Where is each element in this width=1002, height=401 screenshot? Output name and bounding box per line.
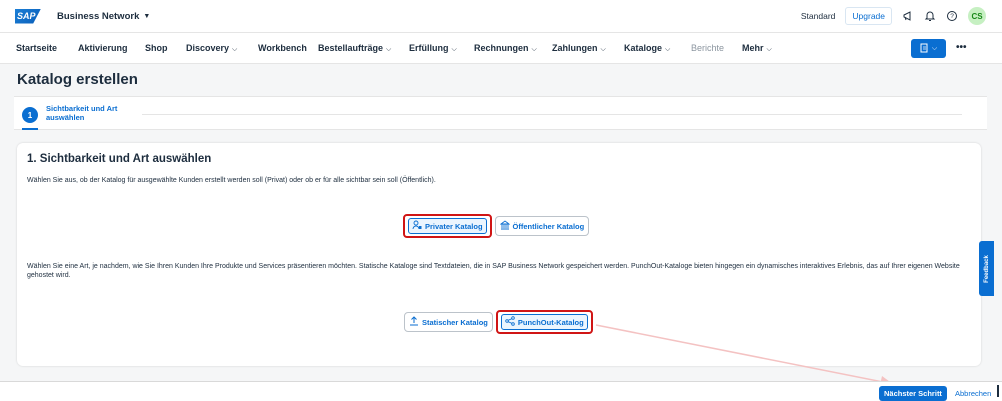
product-name: Business Network (57, 10, 140, 22)
visibility-description: Wählen Sie aus, ob der Katalog für ausge… (27, 177, 436, 184)
chevron-down-icon: ⌵ (931, 44, 938, 52)
feedback-label: Feedback (983, 254, 990, 283)
upload-icon (409, 316, 419, 328)
chevron-down-icon: ⌵ (451, 46, 457, 53)
nav-label: Mehr (742, 43, 764, 53)
create-menu-button[interactable]: ⌵ (911, 39, 946, 58)
nav-label: Zahlungen (552, 43, 598, 53)
nav-label: Kataloge (624, 43, 663, 53)
nav-label: Shop (145, 43, 168, 53)
nav-label: Aktivierung (78, 43, 128, 53)
punchout-catalog-label: PunchOut-Katalog (517, 317, 584, 327)
nav-label: Startseite (16, 43, 58, 53)
nav-item-zahlungen[interactable]: Zahlungen ⌵ (552, 43, 606, 54)
static-catalog-button[interactable]: Statischer Katalog (404, 312, 493, 332)
step-divider (142, 114, 962, 115)
chevron-down-icon: ⌵ (766, 46, 772, 53)
chevron-down-icon: ⌵ (232, 46, 238, 53)
visibility-type-card: 1. Sichtbarkeit und Art auswählen Wählen… (17, 143, 981, 366)
nav-label: Berichte (691, 43, 725, 53)
avatar[interactable]: CS (968, 7, 986, 25)
nav-item-mehr[interactable]: Mehr ⌵ (742, 43, 772, 54)
nav-label: Discovery (186, 43, 230, 53)
nav-item-kataloge[interactable]: Kataloge ⌵ (624, 43, 670, 54)
private-user-icon (412, 220, 422, 232)
type-segmented-button: Statischer Katalog PunchOut-Katalog (404, 310, 593, 334)
main-navigation: Startseite Aktivierung Shop Discovery ⌵ W… (0, 33, 1002, 64)
overflow-menu-button[interactable]: ••• (956, 42, 967, 53)
shell-bar: SAP Business Network ▼ Standard Upgrade … (0, 0, 1002, 33)
page-title: Katalog erstellen (17, 71, 138, 88)
nav-label: Workbench (258, 43, 307, 53)
megaphone-icon[interactable] (902, 10, 914, 22)
scroll-edge (997, 385, 999, 397)
punchout-catalog-inner: PunchOut-Katalog (500, 314, 588, 330)
public-catalog-button[interactable]: Öffentlicher Katalog (494, 216, 590, 236)
help-icon[interactable]: ? (946, 10, 958, 22)
nav-item-bestellauftraege[interactable]: Bestellaufträge ⌵ (318, 43, 391, 54)
product-switcher[interactable]: Business Network ▼ (57, 11, 150, 22)
nav-item-aktivierung[interactable]: Aktivierung (78, 43, 128, 53)
visibility-segmented-button: Privater Katalog Öffentlicher Katalog (403, 214, 590, 238)
nav-item-erfuellung[interactable]: Erfüllung ⌵ (409, 43, 457, 54)
punchout-catalog-button[interactable]: PunchOut-Katalog (495, 310, 593, 334)
nav-item-rechnungen[interactable]: Rechnungen ⌵ (474, 43, 537, 54)
share-icon (505, 316, 515, 328)
standard-label[interactable]: Standard (801, 11, 836, 21)
type-description: Wählen Sie eine Art, je nachdem, wie Sie… (27, 263, 960, 279)
feedback-tab[interactable]: Feedback (979, 241, 994, 296)
building-icon (499, 220, 510, 232)
cancel-button[interactable]: Abbrechen (955, 389, 991, 398)
private-catalog-button[interactable]: Privater Katalog (403, 214, 492, 238)
svg-text:?: ? (950, 13, 954, 20)
nav-label: Erfüllung (409, 43, 449, 53)
chevron-down-icon: ⌵ (600, 46, 606, 53)
nav-item-startseite[interactable]: Startseite (16, 43, 57, 53)
bell-icon[interactable] (924, 10, 936, 22)
document-icon (920, 43, 929, 55)
triangle-down-icon: ▼ (143, 12, 151, 20)
wizard-stepper: 1 Sichtbarkeit und Art auswählen (14, 96, 987, 130)
step-number[interactable]: 1 (22, 107, 38, 123)
chevron-down-icon: ⌵ (386, 46, 392, 53)
static-catalog-label: Statischer Katalog (422, 317, 488, 327)
sap-logo[interactable]: SAP (15, 8, 41, 24)
private-catalog-label: Privater Katalog (425, 221, 483, 231)
step-label[interactable]: Sichtbarkeit und Art auswählen (46, 104, 126, 122)
nav-item-workbench[interactable]: Workbench (258, 43, 307, 53)
step-active-indicator (22, 128, 38, 130)
public-catalog-label: Öffentlicher Katalog (512, 221, 585, 231)
nav-label: Rechnungen (474, 43, 529, 53)
chevron-down-icon: ⌵ (531, 46, 537, 53)
upgrade-button[interactable]: Upgrade (845, 7, 892, 25)
nav-item-discovery[interactable]: Discovery ⌵ (186, 43, 237, 54)
section-title: 1. Sichtbarkeit und Art auswählen (27, 153, 212, 165)
chevron-down-icon: ⌵ (665, 46, 671, 53)
nav-item-berichte: Berichte (691, 43, 724, 53)
private-catalog-inner: Privater Katalog (408, 218, 487, 234)
nav-label: Bestellaufträge (318, 43, 384, 53)
shell-actions: Standard Upgrade ? CS (801, 7, 986, 25)
next-step-button[interactable]: Nächster Schritt (879, 386, 947, 401)
nav-item-shop[interactable]: Shop (145, 43, 168, 53)
footer-bar: Nächster Schritt Abbrechen (0, 381, 1002, 401)
